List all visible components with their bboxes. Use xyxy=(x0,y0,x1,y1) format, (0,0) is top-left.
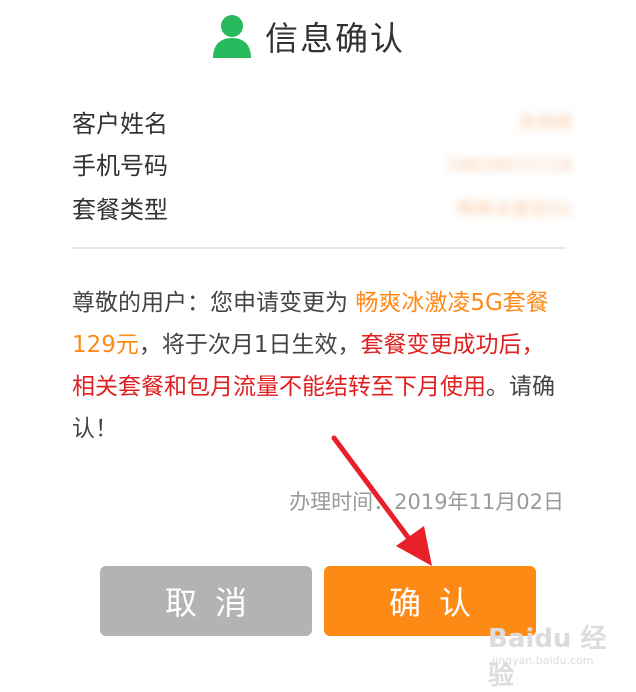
notice-intro: 尊敬的用户：您申请变更为 xyxy=(72,290,356,316)
customer-name-label: 客户姓名 xyxy=(72,110,168,138)
plan-type-value: 畅爽冰激凌5G xyxy=(456,199,572,220)
plan-type-row: 套餐类型 畅爽冰激凌5G xyxy=(72,190,572,230)
customer-name-row: 客户姓名 张伟明 xyxy=(72,104,572,144)
phone-number-row: 手机号码 18839915718 xyxy=(72,146,572,186)
phone-number-value: 18839915718 xyxy=(446,155,572,176)
baidu-watermark: Baidu 经验 jingyan.baidu.com xyxy=(480,610,630,691)
watermark-url: jingyan.baidu.com xyxy=(492,654,594,667)
red-arrow-annotation xyxy=(331,435,432,566)
notice-text: 尊敬的用户：您申请变更为 畅爽冰激凌5G套餐129元，将于次月1日生效，套餐变更… xyxy=(72,282,566,450)
dialog-title: 信息确认 xyxy=(265,19,405,58)
notice-effective: ，将于次月1日生效， xyxy=(138,332,361,358)
dialog-header: 信息确认 xyxy=(0,12,636,60)
phone-number-label: 手机号码 xyxy=(72,152,168,180)
customer-name-value: 张伟明 xyxy=(518,113,572,134)
user-icon xyxy=(213,15,251,58)
divider xyxy=(72,247,566,249)
cancel-button[interactable]: 取消 xyxy=(100,566,312,636)
plan-type-label: 套餐类型 xyxy=(72,196,168,224)
